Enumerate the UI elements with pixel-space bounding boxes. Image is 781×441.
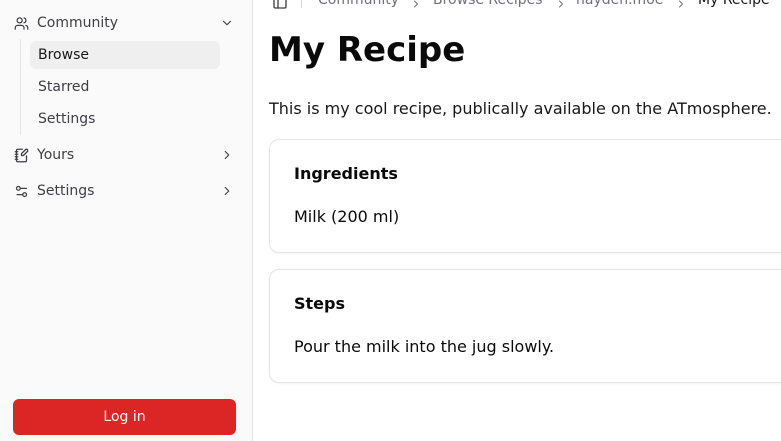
sidebar-group-settings-label: Settings xyxy=(37,183,95,199)
chevron-right-icon xyxy=(220,184,234,198)
sidebar-item-label: Starred xyxy=(38,79,90,95)
sidebar-toggle-icon[interactable] xyxy=(272,0,288,10)
sidebar-group-settings[interactable]: Settings xyxy=(6,175,242,207)
sidebar-item-label: Settings xyxy=(38,111,96,127)
breadcrumb-item-author[interactable]: hayden.moe xyxy=(576,0,663,8)
breadcrumb-current: My Recipe xyxy=(698,0,770,8)
header-separator xyxy=(301,0,302,8)
ingredient-item: Milk (200 ml) xyxy=(294,207,400,226)
sidebar: Community Browse Starred Settings Yours xyxy=(0,0,253,441)
page-title: My Recipe xyxy=(269,30,466,70)
chevron-right-icon xyxy=(555,0,567,8)
steps-card: Steps Pour the milk into the jug slowly. xyxy=(269,269,781,383)
submenu-guide-line xyxy=(20,39,21,135)
step-item: Pour the milk into the jug slowly. xyxy=(294,337,555,356)
sidebar-item-starred[interactable]: Starred xyxy=(30,73,220,101)
sidebar-group-community[interactable]: Community xyxy=(6,7,242,39)
users-icon xyxy=(14,16,29,31)
ingredients-heading: Ingredients xyxy=(294,164,398,183)
app-root: Community Browse Starred Settings Yours xyxy=(0,0,781,441)
steps-heading: Steps xyxy=(294,294,345,313)
sliders-icon xyxy=(14,184,29,199)
breadcrumb-item-community[interactable]: Community xyxy=(318,0,399,8)
sidebar-group-yours[interactable]: Yours xyxy=(6,139,242,171)
chevron-right-icon xyxy=(410,0,422,8)
chevron-right-icon xyxy=(675,0,687,8)
ingredients-card: Ingredients Milk (200 ml) xyxy=(269,139,781,253)
chevron-right-icon xyxy=(220,148,234,162)
sidebar-item-browse[interactable]: Browse xyxy=(30,41,220,69)
notebook-pen-icon xyxy=(14,148,29,163)
header-bar: Community Browse Recipes hayden.moe My R… xyxy=(253,0,781,12)
recipe-description: This is my cool recipe, publically avail… xyxy=(269,99,772,118)
sidebar-item-community-settings[interactable]: Settings xyxy=(30,105,220,133)
chevron-down-icon xyxy=(220,16,234,30)
login-button[interactable]: Log in xyxy=(13,399,236,435)
sidebar-item-label: Browse xyxy=(38,47,89,63)
sidebar-group-yours-label: Yours xyxy=(37,147,75,163)
breadcrumb-item-browse-recipes[interactable]: Browse Recipes xyxy=(433,0,543,8)
sidebar-group-community-label: Community xyxy=(37,15,119,31)
